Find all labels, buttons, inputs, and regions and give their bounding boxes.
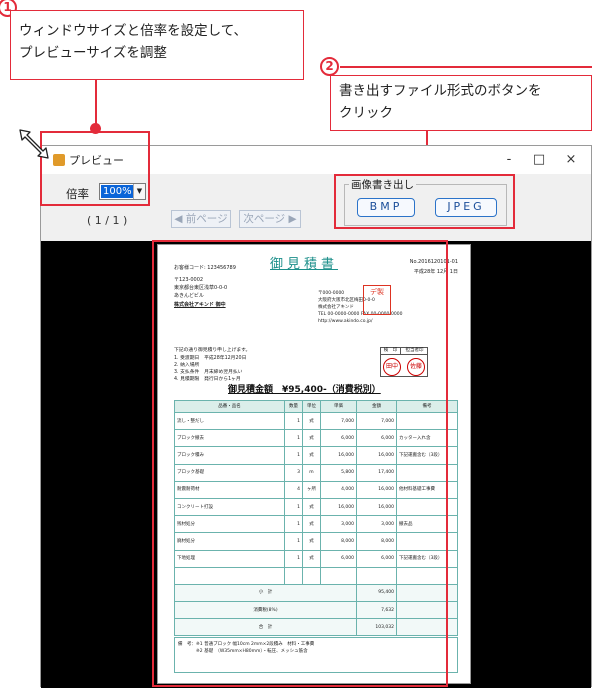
- step-2-badge: 2: [320, 57, 339, 76]
- resize-cursor-icon: [19, 129, 49, 159]
- step-1-text-line1: ウィンドウサイズと倍率を設定して、: [19, 23, 248, 39]
- maximize-button[interactable]: □: [524, 148, 554, 172]
- step-1-text-line2: プレビューサイズを調整: [19, 45, 167, 61]
- close-button[interactable]: ×: [556, 148, 586, 172]
- minimize-button[interactable]: -: [494, 148, 524, 172]
- document-highlight-box: [152, 240, 448, 687]
- step-2-text-line2: クリック: [339, 105, 393, 121]
- step-1-callout: ウィンドウサイズと倍率を設定して、 プレビューサイズを調整: [10, 10, 304, 80]
- zoom-highlight-box: [40, 131, 150, 206]
- prev-page-button[interactable]: ◀ 前ページ: [171, 210, 231, 228]
- step-1-leader: [95, 80, 97, 128]
- export-highlight-box: [334, 174, 515, 229]
- page-counter: ( 1 / 1 ): [87, 214, 128, 227]
- next-page-button[interactable]: 次ページ ▶: [239, 210, 301, 228]
- step-2-callout: 書き出すファイル形式のボタンを クリック: [330, 75, 592, 131]
- step-2-text-line1: 書き出すファイル形式のボタンを: [339, 83, 542, 99]
- step-2-top-line: [340, 66, 592, 68]
